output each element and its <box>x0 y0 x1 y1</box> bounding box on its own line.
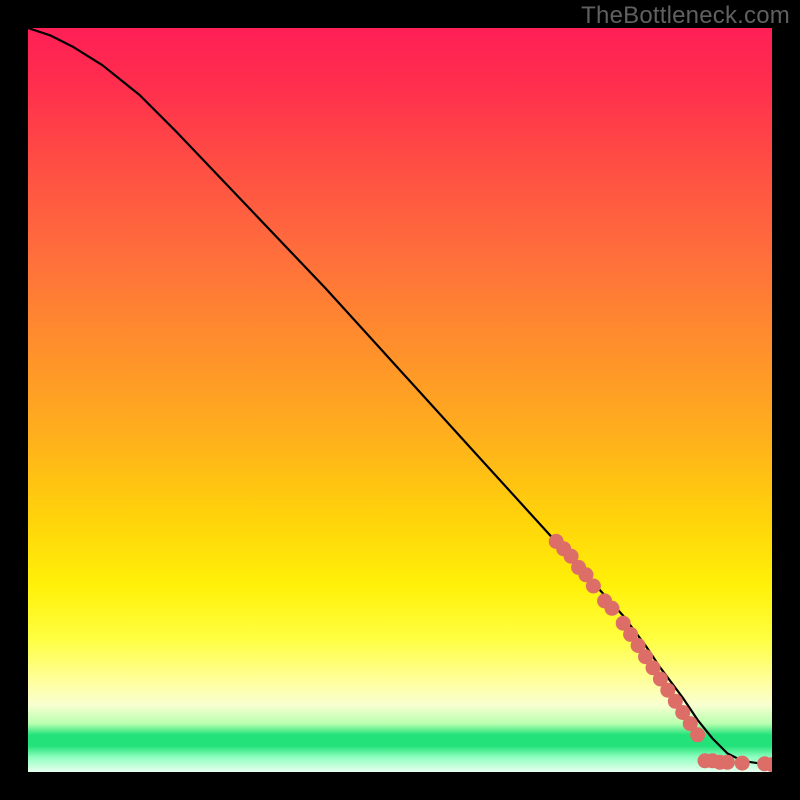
bottleneck-curve-line <box>28 28 772 765</box>
watermark-text: TheBottleneck.com <box>581 2 790 30</box>
plot-area <box>28 28 772 772</box>
chart-frame: TheBottleneck.com <box>0 0 800 800</box>
knee-marker-dot <box>586 579 601 594</box>
knee-marker-dot <box>605 601 620 616</box>
knee-markers-group <box>549 534 772 772</box>
knee-marker-dot <box>720 755 735 770</box>
bottleneck-curve-svg <box>28 28 772 772</box>
knee-marker-dot <box>735 756 750 771</box>
knee-marker-dot <box>690 727 705 742</box>
